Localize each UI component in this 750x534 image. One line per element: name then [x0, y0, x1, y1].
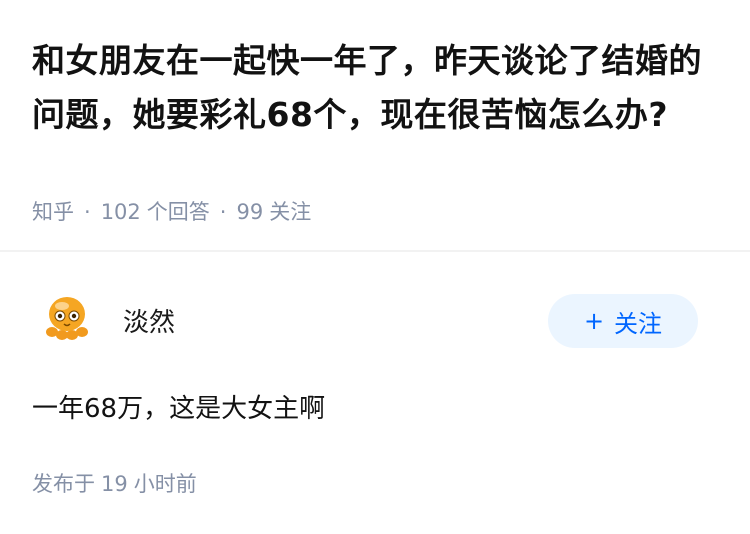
answer-timestamp: 发布于 19 小时前 [32, 468, 197, 498]
answer-author-row: 淡然 + 关注 [0, 252, 750, 362]
answer-count-unit: 个回答 [146, 200, 210, 224]
answer-content[interactable]: 一年68万，这是大女主啊 [32, 388, 325, 425]
author-name[interactable]: 淡然 [123, 302, 175, 339]
question-header: 和女朋友在一起快一年了，昨天谈论了结婚的问题，她要彩礼68个，现在很苦恼怎么办? [32, 34, 722, 142]
question-title[interactable]: 和女朋友在一起快一年了，昨天谈论了结婚的问题，她要彩礼68个，现在很苦恼怎么办? [32, 34, 722, 142]
octopus-avatar-icon[interactable] [42, 292, 92, 342]
source-label[interactable]: 知乎 [32, 200, 74, 224]
separator-dot: · [84, 200, 91, 224]
answer-count: 102 [100, 200, 141, 224]
follow-count: 99 [236, 200, 264, 224]
time-prefix: 发布于 [32, 472, 95, 496]
time-value: 19 [101, 472, 128, 496]
follow-button-label: 关注 [614, 309, 663, 338]
follow-button[interactable]: + 关注 [548, 294, 698, 348]
follow-count-unit: 关注 [269, 200, 312, 224]
time-suffix: 小时前 [133, 472, 197, 496]
plus-icon: + [583, 307, 605, 335]
separator-dot: · [219, 200, 227, 224]
question-meta: 知乎 · 102 个回答 · 99 关注 [32, 196, 311, 226]
